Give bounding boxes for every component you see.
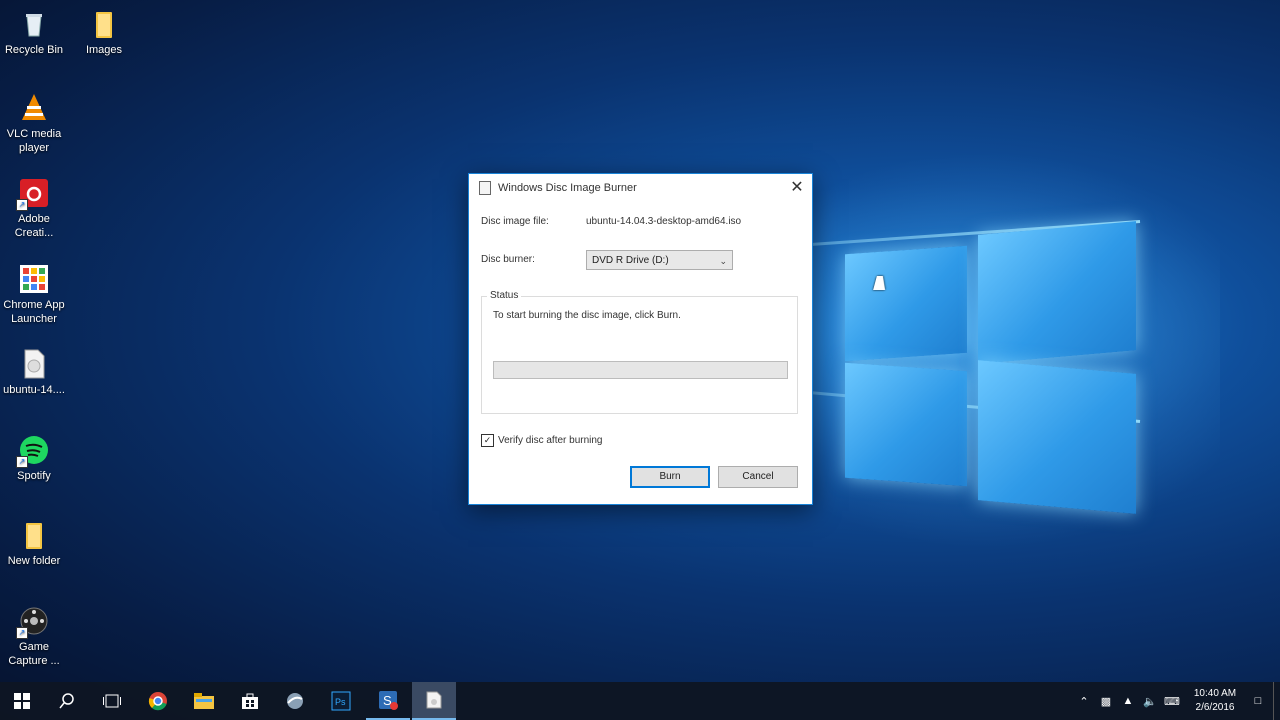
disc-image-burner-dialog: Windows Disc Image Burner ✕ Disc image f… bbox=[468, 173, 813, 505]
clock[interactable]: 10:40 AM 2/6/2016 bbox=[1183, 687, 1247, 715]
desktop-icon-vlc[interactable]: VLC media player bbox=[0, 92, 69, 155]
windows-logo-pane bbox=[845, 245, 967, 362]
desktop-icon-images[interactable]: Images bbox=[69, 8, 139, 57]
dialog-title: Windows Disc Image Burner bbox=[498, 182, 637, 194]
store-button[interactable] bbox=[228, 682, 272, 720]
action-center-icon[interactable]: □ bbox=[1247, 695, 1269, 707]
disc-burner-selected: DVD R Drive (D:) bbox=[592, 255, 669, 266]
taskbar: Ps S ⌃ ▩ ▲ 🔈 ⌨ 10:40 AM 2/6/2016 □ bbox=[0, 682, 1280, 720]
desktop-icon-ubuntu-iso[interactable]: ubuntu-14.... bbox=[0, 348, 69, 397]
vlc-icon bbox=[18, 92, 50, 124]
app-taskbar-button[interactable] bbox=[273, 682, 317, 720]
verify-label: Verify disc after burning bbox=[498, 435, 603, 446]
desktop-icon-new-folder[interactable]: New folder bbox=[0, 519, 69, 568]
chrome-app-launcher-icon bbox=[18, 263, 50, 295]
recycle-bin-icon bbox=[18, 8, 50, 40]
dialog-titlebar[interactable]: Windows Disc Image Burner ✕ bbox=[469, 174, 812, 202]
disc-image-value: ubuntu-14.04.3-desktop-amd64.iso bbox=[586, 216, 742, 227]
chrome-taskbar-button[interactable] bbox=[136, 682, 180, 720]
photoshop-button[interactable]: Ps bbox=[319, 682, 363, 720]
task-view-button[interactable] bbox=[90, 682, 134, 720]
folder-icon bbox=[88, 8, 120, 40]
photoshop-icon: Ps bbox=[331, 691, 351, 711]
burn-progress-bar bbox=[493, 361, 788, 379]
start-icon bbox=[14, 693, 30, 709]
chrome-icon bbox=[148, 692, 167, 711]
keyboard-icon[interactable]: ⌨ bbox=[1161, 695, 1183, 708]
desktop-icon-recycle-bin[interactable]: Recycle Bin bbox=[0, 8, 69, 57]
verify-checkbox-row[interactable]: ✓ Verify disc after burning bbox=[481, 434, 603, 447]
desktop-icon-adobe[interactable]: ↗ Adobe Creati... bbox=[0, 177, 69, 240]
network-icon[interactable]: ▩ bbox=[1095, 695, 1117, 708]
verify-checkbox[interactable]: ✓ bbox=[481, 434, 494, 447]
desktop-icon-label: Recycle Bin bbox=[4, 44, 64, 56]
desktop-icon-label: New folder bbox=[7, 555, 61, 567]
disc-burner-icon bbox=[426, 691, 442, 709]
start-button[interactable] bbox=[0, 682, 44, 720]
desktop-icon-label: Spotify bbox=[17, 470, 51, 482]
chevron-down-icon: ⌄ bbox=[719, 256, 727, 266]
burn-button[interactable]: Burn bbox=[630, 466, 710, 488]
folder-icon bbox=[18, 519, 50, 551]
desktop-icon-label: Chrome App Launcher bbox=[3, 299, 65, 325]
spotify-icon: ↗ bbox=[16, 434, 50, 468]
desktop-icon-label: Adobe Creati... bbox=[14, 213, 54, 239]
status-legend: Status bbox=[487, 290, 522, 301]
desktop-icon-label: Game Capture ... bbox=[8, 641, 60, 667]
desktop-icon-game-capture[interactable]: ↗ Game Capture ... bbox=[0, 605, 69, 668]
adobe-creative-cloud-icon: ↗ bbox=[16, 177, 50, 211]
app-icon bbox=[287, 693, 303, 709]
desktop-icon-label: ubuntu-14.... bbox=[3, 384, 65, 396]
windows-logo-pane bbox=[978, 360, 1136, 514]
system-tray: ⌃ ▩ ▲ 🔈 ⌨ 10:40 AM 2/6/2016 □ bbox=[1073, 682, 1280, 720]
desktop-icon-spotify[interactable]: ↗ Spotify bbox=[0, 434, 69, 483]
clock-date: 2/6/2016 bbox=[1195, 702, 1235, 713]
task-view-icon bbox=[103, 694, 121, 708]
search-button[interactable] bbox=[45, 682, 89, 720]
close-icon[interactable]: ✕ bbox=[782, 174, 812, 202]
disc-burner-dropdown[interactable]: DVD R Drive (D:) ⌄ bbox=[586, 250, 733, 270]
snagit-icon: S bbox=[379, 691, 398, 710]
disc-burner-label: Disc burner: bbox=[481, 254, 535, 265]
desktop-icon-label: VLC media player bbox=[6, 128, 62, 154]
desktop-icon-chrome-app-launcher[interactable]: Chrome App Launcher bbox=[0, 263, 69, 326]
disc-burner-taskbar-button[interactable] bbox=[412, 682, 456, 720]
wifi-icon[interactable]: ▲ bbox=[1117, 695, 1139, 707]
disc-image-label: Disc image file: bbox=[481, 216, 549, 227]
windows-logo-pane bbox=[845, 362, 967, 487]
snagit-button[interactable]: S bbox=[366, 682, 410, 720]
status-text: To start burning the disc image, click B… bbox=[493, 310, 681, 321]
clock-time: 10:40 AM bbox=[1193, 688, 1237, 699]
desktop-icon-label: Images bbox=[85, 44, 123, 56]
search-icon bbox=[59, 693, 74, 709]
disc-image-file-icon bbox=[18, 348, 50, 380]
windows-logo-pane bbox=[978, 221, 1136, 364]
cancel-button[interactable]: Cancel bbox=[718, 466, 798, 488]
file-explorer-icon bbox=[194, 693, 214, 709]
chevron-up-icon[interactable]: ⌃ bbox=[1073, 695, 1095, 708]
svg-text:Ps: Ps bbox=[335, 697, 346, 707]
store-icon bbox=[242, 693, 258, 709]
disc-burner-app-icon bbox=[479, 181, 491, 195]
file-explorer-button[interactable] bbox=[182, 682, 226, 720]
game-capture-icon: ↗ bbox=[16, 605, 50, 639]
volume-icon[interactable]: 🔈 bbox=[1139, 695, 1161, 708]
show-desktop-button[interactable] bbox=[1273, 682, 1280, 720]
